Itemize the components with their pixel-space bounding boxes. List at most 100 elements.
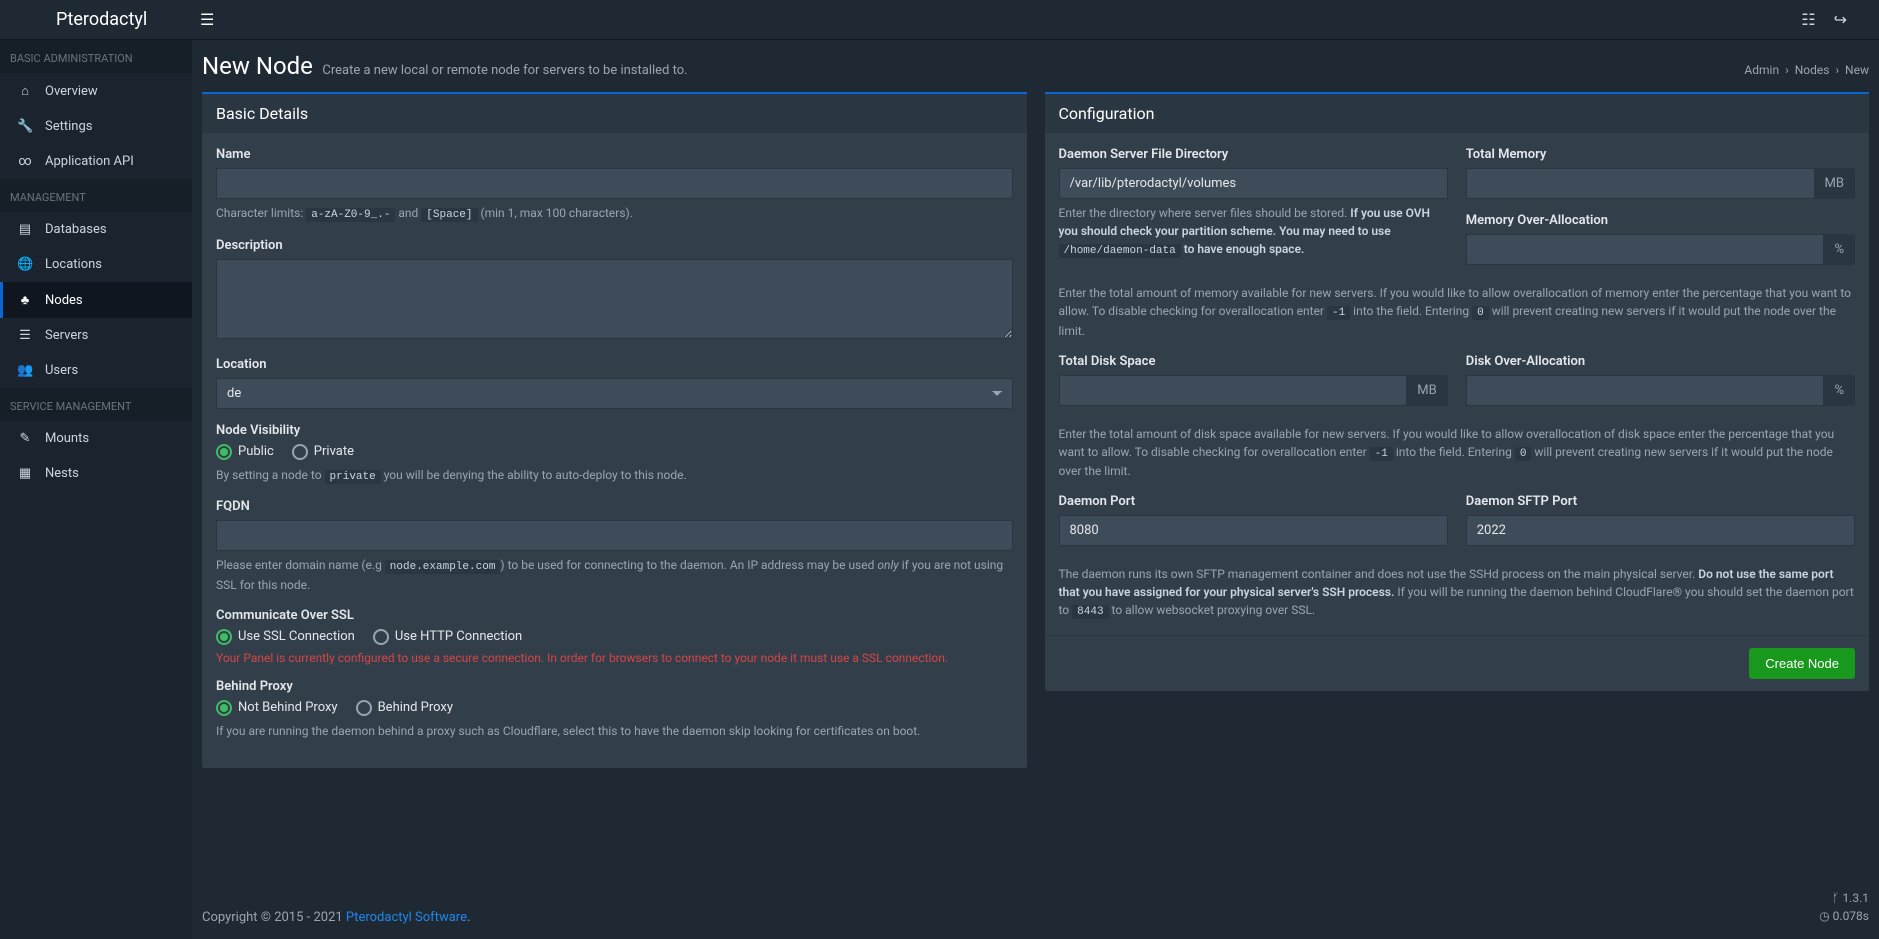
magic-icon: ✎ xyxy=(17,431,33,446)
name-input[interactable] xyxy=(216,168,1013,199)
breadcrumb-nodes[interactable]: Nodes xyxy=(1795,63,1830,77)
radio-unchecked-icon xyxy=(373,629,389,645)
pct-addon: % xyxy=(1824,375,1855,406)
port-help: The daemon runs its own SFTP management … xyxy=(1059,565,1856,621)
globe-icon: 🌐 xyxy=(17,257,33,272)
daemon-dir-input[interactable] xyxy=(1059,168,1448,199)
wrench-icon: 🔧 xyxy=(17,119,33,134)
brand[interactable]: Pterodactyl xyxy=(12,9,192,30)
sidebar-item-users[interactable]: 👥 Users xyxy=(0,353,192,388)
total-memory-label: Total Memory xyxy=(1466,147,1855,162)
name-help: Character limits: a-zA-Z0-9_.- and [Spac… xyxy=(216,204,1013,224)
daemon-dir-label: Daemon Server File Directory xyxy=(1059,147,1448,162)
sidebar-item-databases[interactable]: ▤ Databases xyxy=(0,212,192,247)
disk-over-label: Disk Over-Allocation xyxy=(1466,354,1855,369)
radio-checked-icon xyxy=(216,444,232,460)
menu-toggle-icon[interactable]: ☰ xyxy=(192,10,222,29)
radio-checked-icon xyxy=(216,700,232,716)
sidebar-item-label: Databases xyxy=(45,222,107,237)
sidebar-item-servers[interactable]: ☰ Servers xyxy=(0,318,192,353)
sidebar-item-nodes[interactable]: ♣ Nodes xyxy=(0,282,192,318)
disk-help: Enter the total amount of disk space ava… xyxy=(1059,425,1856,481)
clock-icon: ◷ xyxy=(1819,909,1832,923)
page-subtitle: Create a new local or remote node for se… xyxy=(322,63,687,78)
sidebar-item-label: Mounts xyxy=(45,431,89,446)
branch-icon: ᚶ xyxy=(1832,891,1842,905)
proxy-not-radio[interactable]: Not Behind Proxy xyxy=(216,700,338,716)
users-icon: 👥 xyxy=(17,363,33,378)
sftp-port-label: Daemon SFTP Port xyxy=(1466,494,1855,509)
page-title: New Node xyxy=(202,52,313,80)
sidebar-item-label: Locations xyxy=(45,257,102,272)
radio-unchecked-icon xyxy=(356,700,372,716)
th-large-icon: ▦ xyxy=(17,466,33,481)
ssl-warning: Your Panel is currently configured to us… xyxy=(216,651,1013,665)
daemon-port-input[interactable] xyxy=(1059,515,1448,546)
pct-addon: % xyxy=(1824,234,1855,265)
breadcrumb: Admin› Nodes› New xyxy=(1744,63,1869,77)
configuration-header: Configuration xyxy=(1045,92,1870,133)
pterodactyl-link[interactable]: Pterodactyl Software xyxy=(346,910,467,925)
description-input[interactable] xyxy=(216,259,1013,339)
sidebar-item-label: Settings xyxy=(45,119,92,134)
daemon-port-label: Daemon Port xyxy=(1059,494,1448,509)
version-text: 1.3.1 xyxy=(1842,891,1869,905)
sidebar-item-mounts[interactable]: ✎ Mounts xyxy=(0,421,192,456)
sidebar-item-label: Nodes xyxy=(45,293,83,308)
location-select[interactable]: de xyxy=(216,378,1013,409)
visibility-private-radio[interactable]: Private xyxy=(292,444,354,460)
total-disk-input[interactable] xyxy=(1059,375,1408,406)
visibility-label: Node Visibility xyxy=(216,423,1013,438)
mb-addon: MB xyxy=(1407,375,1447,406)
configuration-box: Configuration Daemon Server File Directo… xyxy=(1045,92,1870,691)
gamepad-icon: ∞ xyxy=(17,154,33,169)
memory-help: Enter the total amount of memory availab… xyxy=(1059,284,1856,340)
fqdn-help: Please enter domain name (e.g node.examp… xyxy=(216,556,1013,594)
sidebar-item-label: Servers xyxy=(45,328,88,343)
mb-addon: MB xyxy=(1815,168,1855,199)
memory-over-input[interactable] xyxy=(1466,234,1825,265)
server-list-icon[interactable]: ☷ xyxy=(1801,10,1815,29)
footer: Copyright © 2015 - 2021 Pterodactyl Soft… xyxy=(192,875,1879,939)
ssl-use-radio[interactable]: Use SSL Connection xyxy=(216,629,355,645)
memory-over-label: Memory Over-Allocation xyxy=(1466,213,1855,228)
fqdn-input[interactable] xyxy=(216,520,1013,551)
sitemap-icon: ♣ xyxy=(17,292,33,308)
visibility-public-radio[interactable]: Public xyxy=(216,444,274,460)
sidebar-item-api[interactable]: ∞ Application API xyxy=(0,144,192,179)
sidebar-item-locations[interactable]: 🌐 Locations xyxy=(0,247,192,282)
sidebar-item-label: Nests xyxy=(45,466,79,481)
disk-over-input[interactable] xyxy=(1466,375,1825,406)
total-disk-label: Total Disk Space xyxy=(1059,354,1448,369)
proxy-yes-radio[interactable]: Behind Proxy xyxy=(356,700,453,716)
sidebar-item-nests[interactable]: ▦ Nests xyxy=(0,456,192,491)
logout-icon[interactable]: ↪ xyxy=(1834,10,1847,29)
ssl-http-radio[interactable]: Use HTTP Connection xyxy=(373,629,522,645)
proxy-label: Behind Proxy xyxy=(216,679,1013,694)
sidebar: BASIC ADMINISTRATION ⌂Overview 🔧Settings… xyxy=(0,40,192,939)
sidebar-item-label: Users xyxy=(45,363,78,378)
radio-unchecked-icon xyxy=(292,444,308,460)
name-label: Name xyxy=(216,147,1013,162)
location-label: Location xyxy=(216,357,1013,372)
breadcrumb-admin[interactable]: Admin xyxy=(1744,63,1779,77)
breadcrumb-current: New xyxy=(1845,63,1869,77)
create-node-button[interactable]: Create Node xyxy=(1749,648,1855,679)
visibility-help: By setting a node to private you will be… xyxy=(216,466,1013,486)
server-icon: ☰ xyxy=(17,328,33,343)
total-memory-input[interactable] xyxy=(1466,168,1815,199)
basic-details-header: Basic Details xyxy=(202,92,1027,133)
sidebar-item-label: Application API xyxy=(45,154,134,169)
radio-checked-icon xyxy=(216,629,232,645)
daemon-dir-help: Enter the directory where server files s… xyxy=(1059,204,1448,260)
sidebar-section-management: MANAGEMENT xyxy=(0,179,192,212)
database-icon: ▤ xyxy=(17,222,33,237)
sidebar-section-service: SERVICE MANAGEMENT xyxy=(0,388,192,421)
sidebar-item-overview[interactable]: ⌂Overview xyxy=(0,73,192,109)
fqdn-label: FQDN xyxy=(216,499,1013,514)
sidebar-item-settings[interactable]: 🔧 Settings xyxy=(0,109,192,144)
sftp-port-input[interactable] xyxy=(1466,515,1855,546)
ssl-label: Communicate Over SSL xyxy=(216,608,1013,623)
copyright-text: Copyright © 2015 - 2021 xyxy=(202,910,346,925)
basic-details-box: Basic Details Name Character limits: a-z… xyxy=(202,92,1027,768)
